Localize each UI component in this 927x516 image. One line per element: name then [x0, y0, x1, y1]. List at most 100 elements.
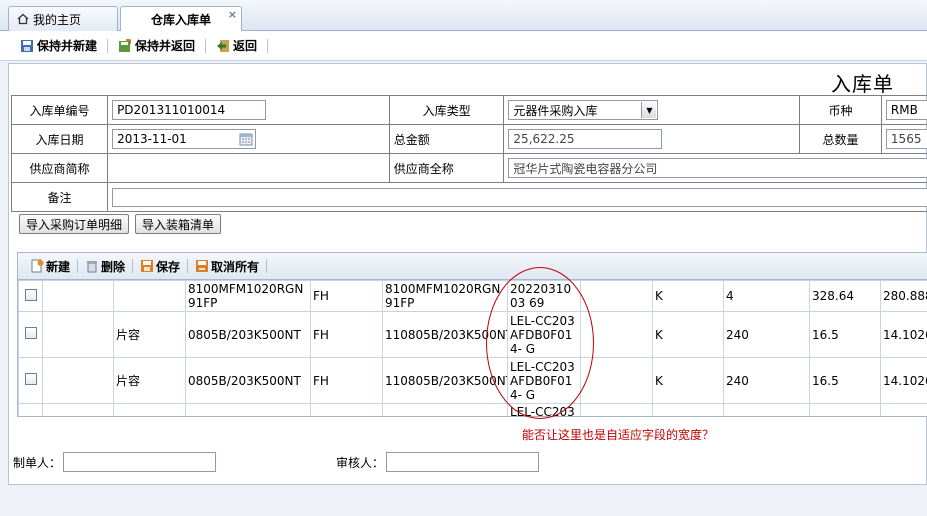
supplier-short-label: 供应商简称 [10, 153, 109, 183]
save-new-button[interactable]: 保持并新建 [14, 35, 103, 57]
grid-toolbar-divider [187, 259, 189, 273]
supplier-full-label: 供应商全称 [388, 153, 505, 183]
auditor-label: 审核人： [336, 455, 385, 470]
table-row[interactable]: 8100MFM1020RGN91FP FH 8100MFM1020RGN91FP… [18, 280, 927, 312]
back-icon [216, 39, 230, 53]
table-cell[interactable]: 240 [723, 311, 810, 358]
table-cell[interactable]: 4 [723, 280, 810, 312]
grid-delete-button[interactable]: 删除 [79, 258, 131, 275]
remark-label: 备注 [10, 182, 109, 212]
receipt-panel: 入库单 入库单编号 PD201311010014 入库类型 元器件采购入库 ▼ … [8, 63, 927, 485]
row-checkbox[interactable] [25, 373, 37, 385]
row-select-cell[interactable] [18, 403, 43, 416]
table-cell[interactable] [42, 311, 114, 358]
undo-icon [195, 259, 209, 273]
save-return-label: 保持并返回 [135, 39, 196, 53]
table-cell[interactable]: 280.8889 [880, 280, 927, 312]
date-label: 入库日期 [10, 124, 109, 154]
save-return-button[interactable]: 保持并返回 [112, 35, 201, 57]
table-cell[interactable]: 16.5 [809, 311, 881, 358]
table-cell[interactable]: FH [310, 311, 383, 358]
table-cell[interactable]: 0805B/203K500NT [185, 311, 311, 358]
table-cell[interactable] [580, 280, 653, 312]
qty-field[interactable]: 1565 [885, 129, 927, 149]
supplier-full-field[interactable]: 冠华片式陶瓷电容器分公司 [508, 158, 927, 178]
currency-field[interactable]: RMB [885, 100, 927, 120]
detail-rows: 8100MFM1020RGN91FP FH 8100MFM1020RGN91FP… [18, 280, 927, 416]
add-icon [30, 259, 44, 273]
table-cell[interactable] [382, 403, 508, 416]
close-icon[interactable]: × [228, 8, 237, 21]
table-cell[interactable]: K [652, 357, 724, 404]
table-row[interactable]: 片容 0805B/203K500NT FH 110805B/203K500NT … [18, 311, 927, 358]
table-cell[interactable] [580, 403, 653, 416]
doc-no-field[interactable]: PD201311010014 [112, 100, 267, 120]
tab-active-label: 仓库入库单 [150, 13, 211, 27]
toolbar-divider [205, 38, 207, 53]
currency-label: 币种 [799, 95, 882, 125]
row-select-cell[interactable] [18, 280, 43, 312]
table-cell[interactable]: 0805B/203K500NT [185, 357, 311, 404]
save-new-label: 保持并新建 [37, 39, 98, 53]
table-cell[interactable] [809, 403, 881, 416]
table-cell[interactable]: FH [310, 357, 383, 404]
type-select[interactable]: 元器件采购入库 ▼ [508, 100, 659, 120]
table-cell[interactable]: K [652, 311, 724, 358]
row-checkbox[interactable] [25, 288, 37, 301]
tab-home-label: 我的主页 [33, 12, 82, 27]
table-cell[interactable]: 14.1026 [880, 357, 927, 404]
grid-save-label: 保存 [156, 259, 181, 274]
table-cell[interactable]: 240 [723, 357, 810, 404]
row-select-cell[interactable] [18, 311, 43, 358]
table-row[interactable]: LEL-CC203 [18, 403, 927, 416]
save-return-icon [118, 38, 132, 53]
grid-new-label: 新建 [46, 259, 71, 274]
tab-home[interactable]: 我的主页 [8, 6, 118, 31]
grid-toolbar-divider [132, 259, 134, 273]
table-cell[interactable] [723, 403, 810, 416]
table-cell[interactable] [652, 403, 724, 416]
table-cell[interactable]: 8100MFM1020RGN91FP [185, 280, 311, 312]
annotation-note: 能否让这里也是自适应字段的宽度？ [522, 428, 715, 442]
table-cell[interactable]: 328.64 [809, 280, 881, 312]
calendar-icon[interactable] [239, 132, 253, 146]
import-po-button[interactable]: 导入采购订单明细 [19, 214, 130, 234]
home-icon [17, 13, 29, 25]
date-field[interactable]: 2013-11-01 [112, 129, 257, 149]
save-icon [20, 39, 34, 53]
total-field[interactable]: 25,622.25 [508, 129, 663, 149]
table-row[interactable]: 片容 0805B/203K500NT FH 110805B/203K500NT … [18, 357, 927, 404]
table-cell[interactable] [880, 403, 927, 416]
chevron-down-icon[interactable]: ▼ [641, 102, 657, 118]
grid-toolbar: 新建 删除 保存 取消所有 [18, 253, 927, 280]
table-cell[interactable]: 14.1026 [880, 311, 927, 358]
grid-new-button[interactable]: 新建 [24, 258, 76, 275]
back-button[interactable]: 返回 [210, 35, 263, 57]
table-cell[interactable]: 片容 [113, 357, 186, 404]
table-cell[interactable] [42, 280, 114, 312]
table-cell[interactable] [113, 280, 186, 312]
tab-warehouse-receipt[interactable]: 仓库入库单 × [120, 6, 242, 32]
table-cell[interactable] [310, 403, 383, 416]
table-cell[interactable]: 16.5 [809, 357, 881, 404]
toolbar-divider [267, 38, 269, 53]
supplier-short-cell[interactable] [107, 153, 390, 183]
grid-cancel-all-button[interactable]: 取消所有 [189, 258, 265, 275]
bottom-strip [0, 492, 927, 516]
table-cell[interactable]: K [652, 280, 724, 312]
import-packing-button[interactable]: 导入装箱清单 [135, 214, 222, 234]
maker-field[interactable] [63, 452, 217, 472]
remark-field[interactable] [112, 187, 927, 207]
table-cell[interactable] [42, 403, 114, 416]
save-icon [140, 259, 154, 273]
table-cell[interactable] [113, 403, 186, 416]
table-cell[interactable] [185, 403, 311, 416]
table-cell[interactable]: 片容 [113, 311, 186, 358]
auditor-field[interactable] [386, 452, 540, 472]
row-checkbox[interactable] [25, 327, 37, 339]
table-cell[interactable]: FH [310, 280, 383, 312]
table-cell[interactable] [42, 357, 114, 404]
row-select-cell[interactable] [18, 357, 43, 404]
grid-save-button[interactable]: 保存 [134, 258, 186, 275]
table-cell[interactable]: 8100MFM1020RGN91FP [382, 280, 508, 312]
